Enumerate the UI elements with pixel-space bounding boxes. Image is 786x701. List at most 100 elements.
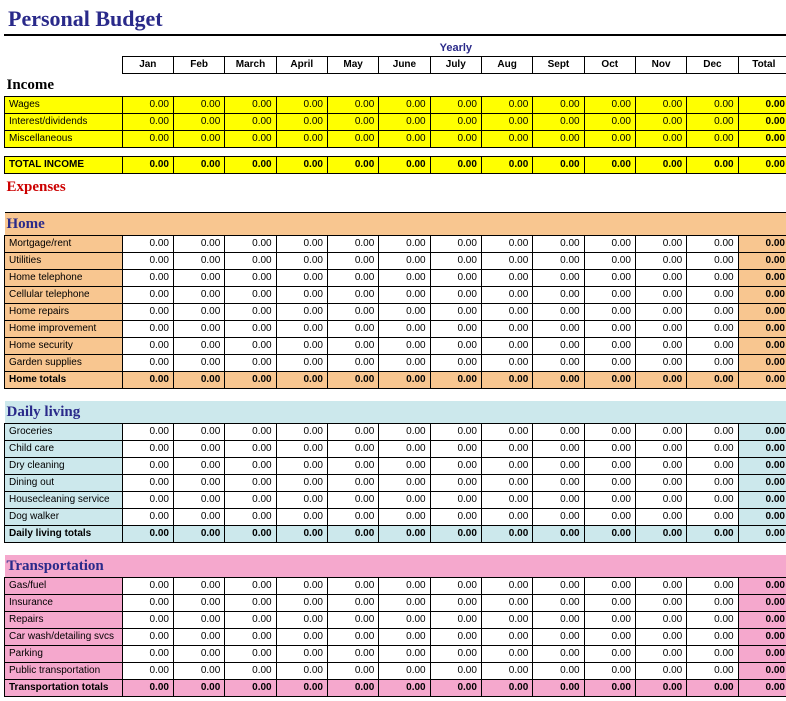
cell: 0.00 [687,663,738,680]
cell: 0.00 [327,131,378,148]
cell: 0.00 [481,338,532,355]
cell: 0.00 [122,595,173,612]
cell: 0.00 [173,441,224,458]
cell: 0.00 [687,475,738,492]
cell: 0.00 [738,97,786,114]
cell: 0.00 [430,338,481,355]
month-header: June [379,57,430,74]
cell: 0.00 [738,595,786,612]
cell: 0.00 [584,355,635,372]
cell: 0.00 [225,157,276,174]
cell: 0.00 [173,355,224,372]
cell: 0.00 [327,114,378,131]
cell: 0.00 [584,680,635,697]
cell: 0.00 [173,253,224,270]
cell: 0.00 [635,338,686,355]
cell: 0.00 [533,578,584,595]
cell: 0.00 [533,663,584,680]
cell: 0.00 [327,372,378,389]
cell: 0.00 [430,236,481,253]
cell: 0.00 [430,509,481,526]
cell: 0.00 [533,236,584,253]
cell: 0.00 [327,663,378,680]
cell: 0.00 [379,595,430,612]
cell: 0.00 [173,338,224,355]
cell: 0.00 [687,612,738,629]
cell: 0.00 [327,355,378,372]
cell: 0.00 [379,578,430,595]
row-label: Groceries [5,424,123,441]
cell: 0.00 [584,612,635,629]
cell: 0.00 [225,304,276,321]
cell: 0.00 [430,475,481,492]
row-label: Cellular telephone [5,287,123,304]
cell: 0.00 [225,629,276,646]
cell: 0.00 [379,355,430,372]
cell: 0.00 [276,355,327,372]
month-header: July [430,57,481,74]
cell: 0.00 [687,595,738,612]
cell: 0.00 [584,253,635,270]
cell: 0.00 [738,304,786,321]
cell: 0.00 [327,509,378,526]
cell: 0.00 [173,629,224,646]
cell: 0.00 [122,526,173,543]
row-label: Wages [5,97,123,114]
cell: 0.00 [276,321,327,338]
cell: 0.00 [173,287,224,304]
cell: 0.00 [481,304,532,321]
cell: 0.00 [379,236,430,253]
month-header: Dec [687,57,738,74]
cell: 0.00 [635,131,686,148]
category-total-label: Daily living totals [5,526,123,543]
cell: 0.00 [584,114,635,131]
cell: 0.00 [635,157,686,174]
cell: 0.00 [481,458,532,475]
page-title: Personal Budget [4,4,786,36]
cell: 0.00 [122,338,173,355]
cell: 0.00 [481,131,532,148]
cell: 0.00 [481,253,532,270]
cell: 0.00 [481,287,532,304]
cell: 0.00 [430,680,481,697]
cell: 0.00 [122,304,173,321]
cell: 0.00 [635,595,686,612]
cell: 0.00 [225,131,276,148]
cell: 0.00 [533,612,584,629]
cell: 0.00 [173,270,224,287]
cell: 0.00 [379,270,430,287]
cell: 0.00 [225,526,276,543]
cell: 0.00 [225,612,276,629]
cell: 0.00 [379,509,430,526]
cell: 0.00 [122,270,173,287]
cell: 0.00 [430,372,481,389]
cell: 0.00 [173,475,224,492]
cell: 0.00 [327,612,378,629]
cell: 0.00 [430,578,481,595]
cell: 0.00 [173,595,224,612]
cell: 0.00 [481,441,532,458]
row-label: Home telephone [5,270,123,287]
cell: 0.00 [533,372,584,389]
cell: 0.00 [481,236,532,253]
cell: 0.00 [122,475,173,492]
row-label: Utilities [5,253,123,270]
cell: 0.00 [481,680,532,697]
cell: 0.00 [481,509,532,526]
blank [5,57,123,74]
yearly-header: Yearly [122,40,786,57]
cell: 0.00 [584,492,635,509]
cell: 0.00 [584,287,635,304]
cell: 0.00 [173,526,224,543]
category-total-label: Home totals [5,372,123,389]
month-header: May [327,57,378,74]
cell: 0.00 [276,97,327,114]
cell: 0.00 [173,663,224,680]
cell: 0.00 [635,492,686,509]
cell: 0.00 [481,270,532,287]
cell: 0.00 [738,157,786,174]
cell: 0.00 [481,612,532,629]
cell: 0.00 [327,424,378,441]
cell: 0.00 [687,372,738,389]
cell: 0.00 [225,253,276,270]
